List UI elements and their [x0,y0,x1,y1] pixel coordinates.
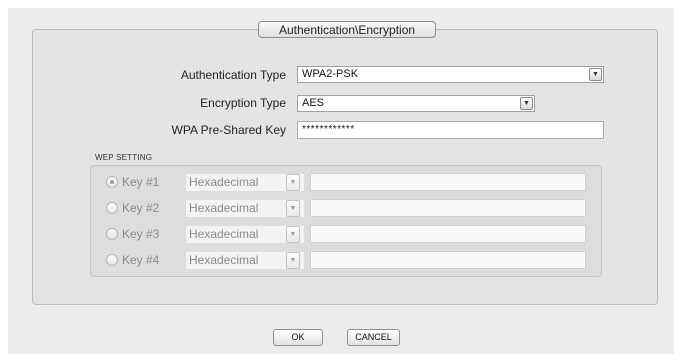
key1-format-select[interactable]: Hexadecimal ▼ [186,174,304,191]
key3-label: Key #3 [122,227,160,241]
key4-format-value: Hexadecimal [189,253,259,267]
auth-type-select[interactable]: WPA2-PSK ▼ [297,66,604,83]
wep-key-row-1: Key #1 Hexadecimal ▼ [106,173,590,192]
chevron-down-icon: ▼ [520,97,533,110]
key2-input[interactable] [310,199,586,217]
psk-label: WPA Pre-Shared Key [171,123,287,137]
key2-format-value: Hexadecimal [189,201,259,215]
key2-radio[interactable] [106,202,118,214]
chevron-down-icon: ▼ [286,252,300,269]
key4-label: Key #4 [122,253,160,267]
encryption-type-select[interactable]: AES ▼ [297,95,535,112]
auth-type-value: WPA2-PSK [302,68,359,80]
wep-key-row-3: Key #3 Hexadecimal ▼ [106,225,590,244]
chevron-down-icon: ▼ [286,226,300,243]
cancel-button[interactable]: CANCEL [347,329,400,346]
encryption-type-label: Encryption Type [200,96,286,110]
key1-format-value: Hexadecimal [189,175,259,189]
chevron-down-icon: ▼ [589,68,602,81]
chevron-down-icon: ▼ [286,174,300,191]
auth-type-label: Authentication Type [180,68,286,82]
key2-label: Key #2 [122,201,160,215]
radio-selected-dot [110,180,114,184]
ok-button[interactable]: OK [273,329,323,346]
group-title: Authentication\Encryption [258,21,436,38]
key1-input[interactable] [310,173,586,191]
key1-label: Key #1 [122,175,160,189]
key4-format-select[interactable]: Hexadecimal ▼ [186,252,304,269]
psk-input[interactable]: ************ [297,121,604,139]
key1-radio[interactable] [106,176,118,188]
key3-format-select[interactable]: Hexadecimal ▼ [186,226,304,243]
key2-format-select[interactable]: Hexadecimal ▼ [186,200,304,217]
encryption-type-value: AES [302,97,325,109]
key4-input[interactable] [310,251,586,269]
key4-radio[interactable] [106,254,118,266]
wep-key-row-4: Key #4 Hexadecimal ▼ [106,251,590,270]
key3-radio[interactable] [106,228,118,240]
key3-format-value: Hexadecimal [189,227,259,241]
key3-input[interactable] [310,225,586,243]
wep-setting-title: WEP SETTING [95,153,153,162]
chevron-down-icon: ▼ [286,200,300,217]
wep-key-row-2: Key #2 Hexadecimal ▼ [106,199,590,218]
